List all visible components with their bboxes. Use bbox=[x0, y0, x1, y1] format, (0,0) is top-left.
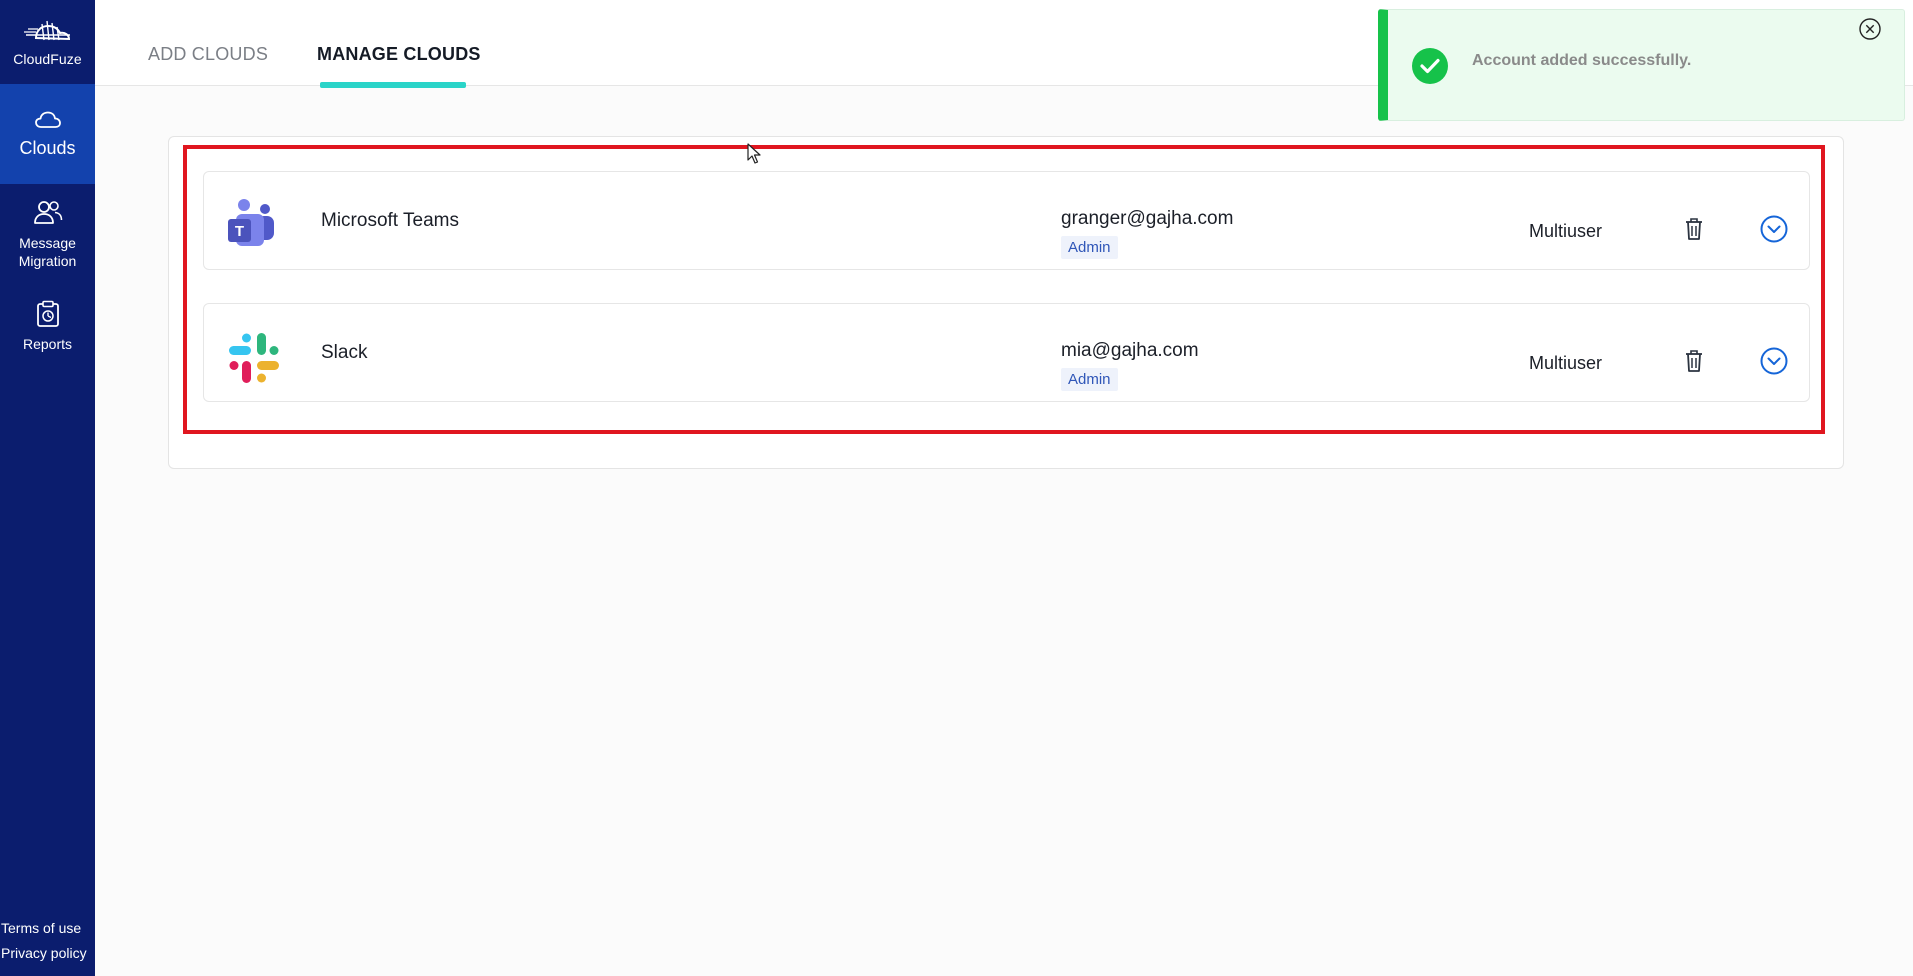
cloud-account-row: Slack mia@gajha.com Admin Multiuser bbox=[203, 303, 1810, 402]
cloud-account-row: T Microsoft Teams granger@gajha.com Admi… bbox=[203, 171, 1810, 270]
trash-icon[interactable] bbox=[1683, 348, 1705, 374]
role-badge: Admin bbox=[1061, 236, 1118, 259]
close-circle-icon[interactable] bbox=[1858, 17, 1882, 41]
sidebar-item-reports[interactable]: Reports bbox=[0, 296, 95, 356]
role-badge: Admin bbox=[1061, 368, 1118, 391]
toast-message: Account added successfully. bbox=[1472, 52, 1692, 69]
microsoft-teams-icon: T bbox=[228, 199, 274, 246]
app-name: Slack bbox=[321, 342, 368, 363]
success-toast: Account added successfully. bbox=[1378, 9, 1905, 121]
slack-icon bbox=[229, 333, 279, 383]
brand-name: CloudFuze bbox=[13, 51, 82, 67]
user-type: Multiuser bbox=[1529, 221, 1603, 241]
check-circle-icon bbox=[1412, 48, 1448, 84]
svg-text:T: T bbox=[235, 223, 244, 240]
trash-icon[interactable] bbox=[1683, 216, 1705, 242]
cloud-icon bbox=[34, 111, 61, 128]
account-email: granger@gajha.com bbox=[1061, 208, 1234, 229]
terms-of-use-link[interactable]: Terms of use bbox=[0, 920, 95, 936]
sidebar-item-message-migration[interactable]: Message Migration bbox=[0, 190, 95, 280]
app-name: Microsoft Teams bbox=[321, 210, 459, 231]
tab-add-clouds[interactable]: ADD CLOUDS bbox=[148, 44, 268, 65]
clipboard-icon bbox=[36, 300, 59, 327]
sidebar-item-label: Message Migration bbox=[18, 235, 77, 269]
chevron-down-circle-icon[interactable] bbox=[1759, 346, 1789, 376]
sidebar-item-label: Clouds bbox=[19, 137, 76, 158]
sidebar: CloudFuze Clouds Message Migration Repor… bbox=[0, 0, 95, 976]
brand[interactable]: CloudFuze bbox=[0, 0, 95, 84]
users-icon bbox=[33, 201, 62, 224]
privacy-policy-link[interactable]: Privacy policy bbox=[0, 945, 95, 961]
cloudfuze-logo-icon bbox=[23, 20, 70, 41]
mouse-cursor-icon bbox=[747, 143, 761, 164]
chevron-down-circle-icon[interactable] bbox=[1759, 214, 1789, 244]
sidebar-item-label: Reports bbox=[22, 336, 73, 352]
tab-manage-clouds[interactable]: MANAGE CLOUDS bbox=[317, 44, 481, 65]
user-type: Multiuser bbox=[1529, 353, 1603, 373]
active-tab-indicator bbox=[320, 82, 466, 88]
sidebar-item-clouds[interactable]: Clouds bbox=[0, 84, 95, 184]
account-email: mia@gajha.com bbox=[1061, 340, 1199, 361]
